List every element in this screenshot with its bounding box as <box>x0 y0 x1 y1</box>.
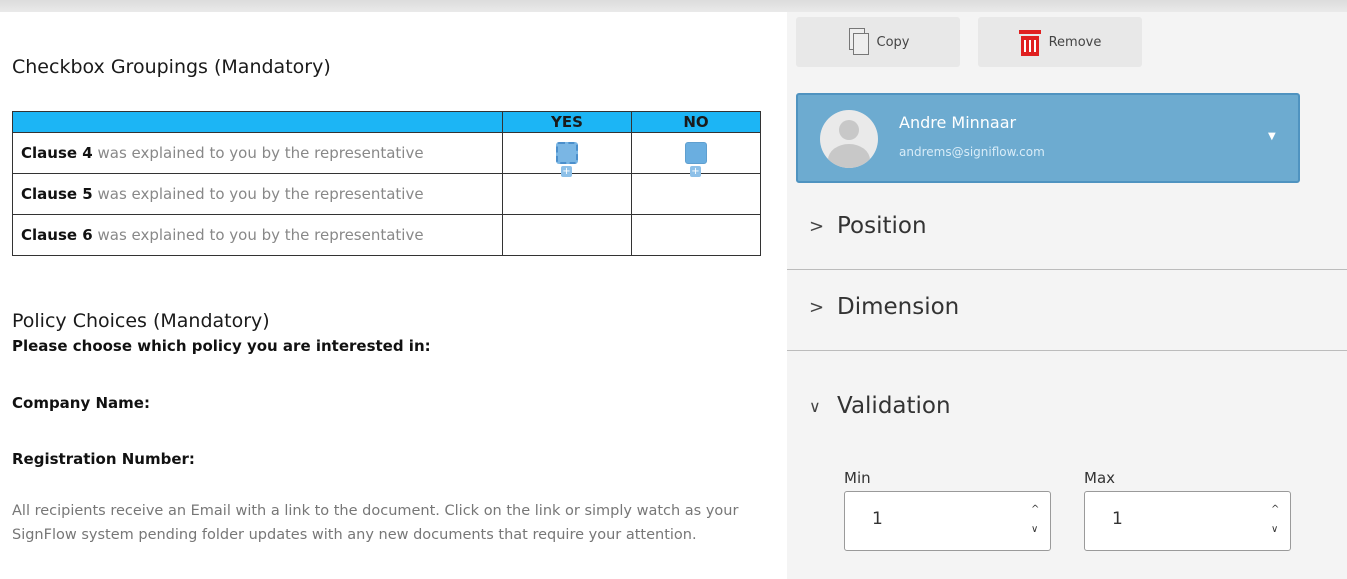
company-name-label: Company Name: <box>12 394 150 412</box>
increment-icon[interactable]: ^ <box>1031 504 1039 515</box>
clause-text: was explained to you by the representati… <box>92 226 424 244</box>
recipient-email: andrems@signiflow.com <box>899 145 1045 159</box>
clause-number: Clause 5 <box>21 185 93 203</box>
chevron-right-icon: > <box>809 215 825 237</box>
validation-label: Validation <box>837 393 951 419</box>
avatar-icon <box>820 110 878 168</box>
max-label: Max <box>1084 469 1116 487</box>
copy-label: Copy <box>876 34 910 50</box>
table-header-no: NO <box>631 111 761 133</box>
dimension-section[interactable]: > Dimension <box>787 270 1347 351</box>
yes-cell <box>502 173 632 215</box>
no-checkbox[interactable]: + <box>685 142 707 177</box>
yes-cell: + <box>502 132 632 177</box>
table-row: Clause 5 was explained to you by the rep… <box>12 173 761 215</box>
recipient-name: Andre Minnaar <box>899 113 1017 132</box>
clause-number: Clause 4 <box>21 144 93 162</box>
increment-icon[interactable]: ^ <box>1271 504 1279 515</box>
min-label: Min <box>844 469 871 487</box>
no-cell: + <box>631 132 761 177</box>
position-header[interactable]: > Position <box>809 213 927 239</box>
dimension-label: Dimension <box>837 294 960 320</box>
checkbox-table: YES NO Clause 4 was explained to you by … <box>12 111 761 256</box>
policy-subheading: Please choose which policy you are inter… <box>12 337 431 355</box>
app-frame: Checkbox Groupings (Mandatory) YES NO Cl… <box>0 0 1347 579</box>
decrement-icon[interactable]: ∨ <box>1271 524 1278 535</box>
clause-cell: Clause 5 was explained to you by the rep… <box>12 173 503 215</box>
table-header-row: YES NO <box>12 111 761 133</box>
recipient-selector[interactable]: Andre Minnaar andrems@signiflow.com ▼ <box>796 93 1300 183</box>
yes-checkbox[interactable]: + <box>556 142 578 177</box>
add-icon[interactable]: + <box>561 166 572 177</box>
yes-cell <box>502 214 632 256</box>
validation-section: ∨ Validation Min Max 1 ^ ∨ 1 ^ ∨ <box>787 371 1347 579</box>
caret-down-icon[interactable]: ▼ <box>1268 131 1276 142</box>
position-section[interactable]: > Position <box>787 189 1347 270</box>
checkbox-field-selected[interactable] <box>556 142 578 164</box>
info-paragraph: All recipients receive an Email with a l… <box>12 503 739 543</box>
trash-icon <box>1018 28 1041 56</box>
dimension-header[interactable]: > Dimension <box>809 294 959 320</box>
table-header-yes: YES <box>502 111 632 133</box>
clause-text: was explained to you by the representati… <box>92 185 424 203</box>
remove-label: Remove <box>1048 34 1102 50</box>
remove-button[interactable]: Remove <box>978 17 1142 67</box>
document-view: Checkbox Groupings (Mandatory) YES NO Cl… <box>0 12 787 579</box>
chevron-right-icon: > <box>809 296 825 318</box>
table-header-empty <box>12 111 503 133</box>
table-row: Clause 4 was explained to you by the rep… <box>12 132 761 177</box>
clause-cell: Clause 4 was explained to you by the rep… <box>12 132 503 174</box>
copy-button[interactable]: Copy <box>796 17 960 67</box>
clause-text: was explained to you by the representati… <box>92 144 424 162</box>
table-row: Clause 6 was explained to you by the rep… <box>12 214 761 256</box>
max-stepper[interactable]: 1 ^ ∨ <box>1084 491 1291 551</box>
chevron-down-icon: ∨ <box>809 396 821 416</box>
min-stepper[interactable]: 1 ^ ∨ <box>844 491 1051 551</box>
max-value: 1 <box>1112 509 1123 529</box>
policy-heading: Policy Choices (Mandatory) <box>12 310 270 332</box>
add-icon[interactable]: + <box>690 166 701 177</box>
copy-icon <box>847 28 869 56</box>
position-label: Position <box>837 213 927 239</box>
no-cell <box>631 214 761 256</box>
validation-header[interactable]: ∨ Validation <box>809 393 951 419</box>
no-cell <box>631 173 761 215</box>
registration-number-label: Registration Number: <box>12 450 195 468</box>
checkbox-field[interactable] <box>685 142 707 164</box>
clause-cell: Clause 6 was explained to you by the rep… <box>12 214 503 256</box>
properties-panel: Copy Remove Andre Minnaar andrems@signif… <box>787 12 1347 579</box>
clause-number: Clause 6 <box>21 226 93 244</box>
min-value: 1 <box>872 509 883 529</box>
decrement-icon[interactable]: ∨ <box>1031 524 1038 535</box>
checkbox-heading: Checkbox Groupings (Mandatory) <box>12 56 331 78</box>
